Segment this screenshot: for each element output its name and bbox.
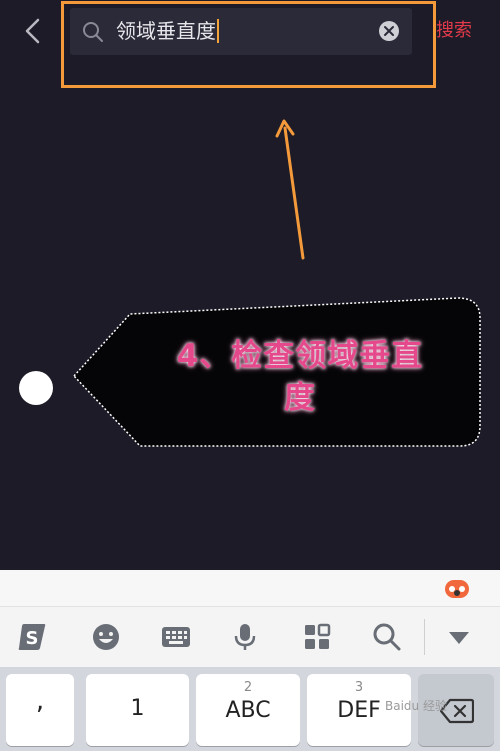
key-abc[interactable]: 2 ABC: [196, 674, 300, 746]
keyboard-icon[interactable]: [160, 621, 192, 653]
keyboard-toolbar: S: [0, 606, 500, 667]
sogou-s-icon[interactable]: S: [16, 621, 48, 653]
grid-icon[interactable]: [301, 621, 333, 653]
annotation-text: 4、检查领域垂直 度: [150, 335, 450, 419]
annotation-line-2: 度: [284, 380, 316, 416]
keyboard: S , 1 2 ABC 3 DEF: [0, 570, 500, 751]
collapse-icon[interactable]: [443, 621, 475, 653]
annotation-arrow: [275, 119, 305, 260]
search-icon[interactable]: [371, 621, 403, 653]
svg-text:S: S: [26, 628, 39, 649]
microphone-icon[interactable]: [229, 621, 261, 653]
watermark: Baidu 经验: [385, 699, 447, 713]
emoji-icon[interactable]: [90, 621, 122, 653]
tag-hole-dot: [19, 371, 53, 405]
annotation-line-1: 4、检查领域垂直: [176, 338, 424, 374]
toolbar-divider: [424, 619, 425, 655]
key-comma[interactable]: ,: [6, 674, 74, 746]
sogou-logo-icon[interactable]: [444, 578, 470, 600]
key-1[interactable]: 1: [86, 674, 189, 746]
keyboard-candidate-bar: [0, 570, 500, 606]
